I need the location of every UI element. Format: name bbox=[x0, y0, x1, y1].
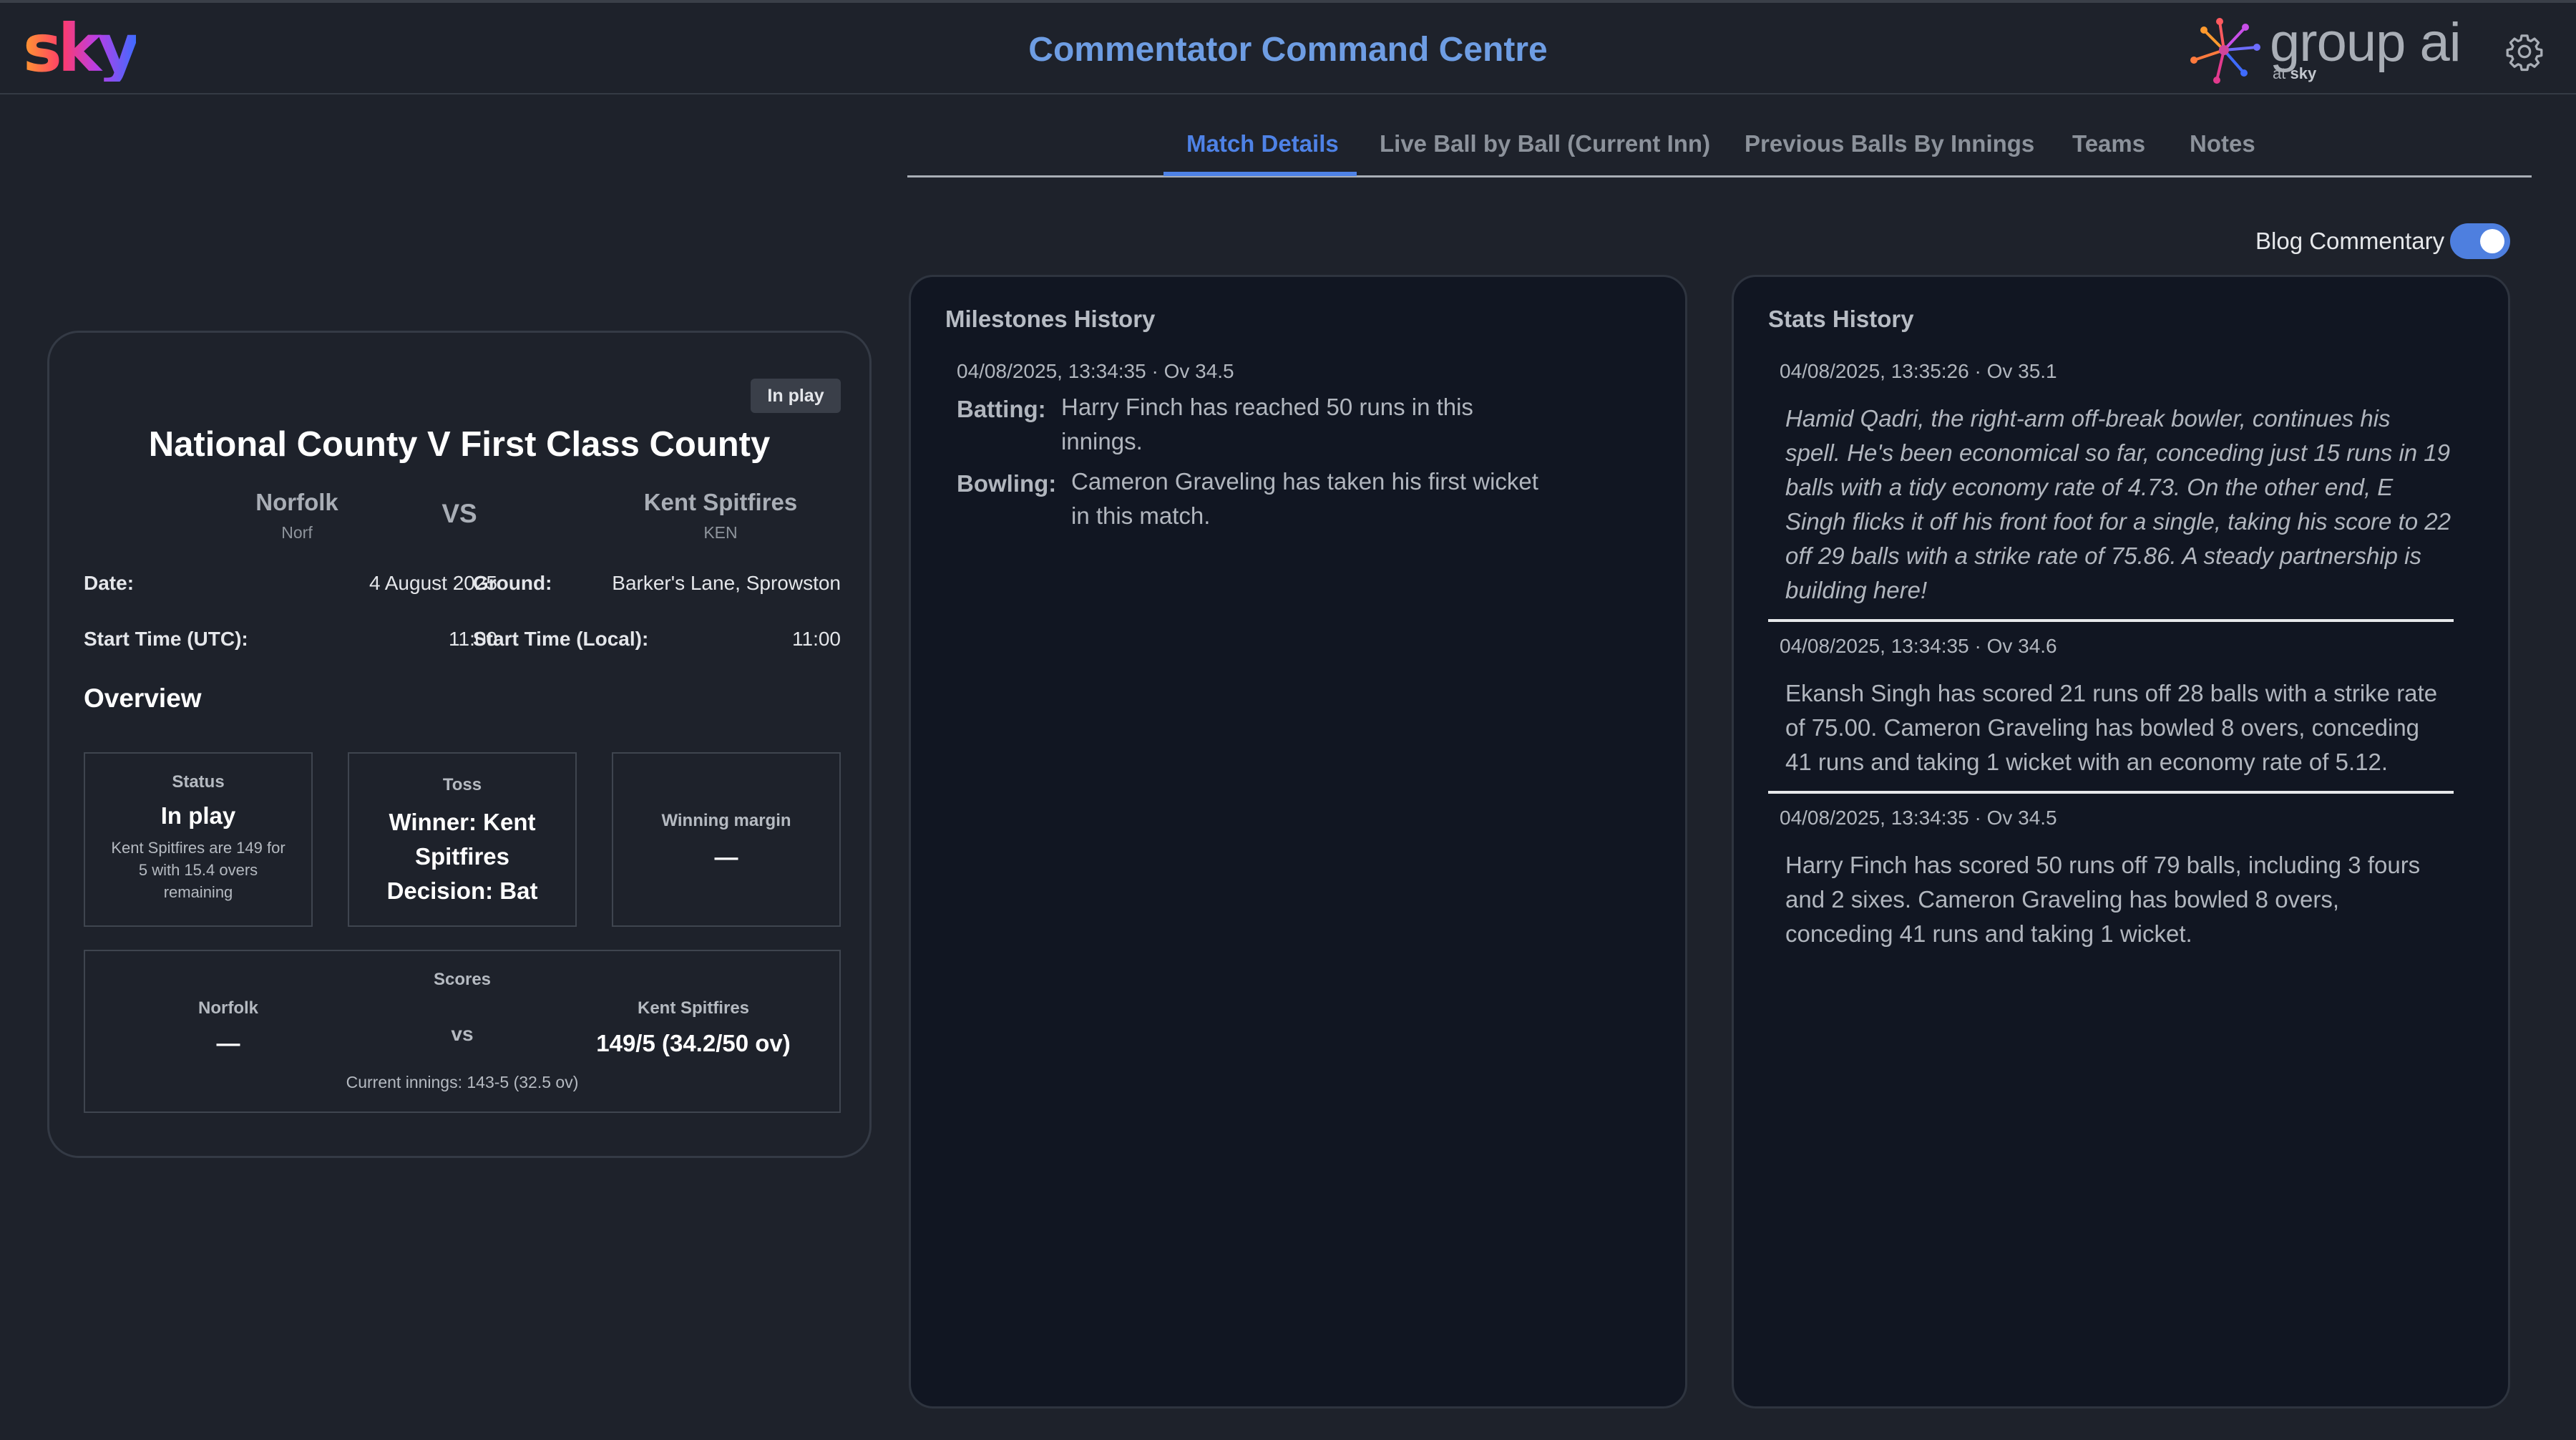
winning-margin-value: — bbox=[714, 844, 738, 870]
stats-entry-1-timestamp: 04/08/2025, 13:35:26 · Ov 35.1 bbox=[1780, 360, 2057, 382]
status-box-note-1: Kent Spitfires are 149 for bbox=[111, 839, 286, 857]
milestone-bowling-line-2: in this match. bbox=[1071, 502, 1211, 529]
scores-home-name: Norfolk bbox=[198, 998, 258, 1018]
toss-box: Toss Winner: Kent Spitfires Decision: Ba… bbox=[348, 752, 577, 927]
stats-entry-2-timestamp: 04/08/2025, 13:34:35 · Ov 34.6 bbox=[1780, 635, 2057, 657]
toggle-knob bbox=[2480, 229, 2504, 253]
tab-match-details[interactable]: Match Details bbox=[1186, 130, 1339, 157]
milestones-history-panel: Milestones History 04/08/2025, 13:34:35 … bbox=[909, 275, 1687, 1409]
stats-history-panel: Stats History 04/08/2025, 13:35:26 · Ov … bbox=[1732, 275, 2510, 1409]
group-ai-starburst-icon bbox=[2190, 18, 2260, 84]
active-tab-indicator bbox=[1163, 172, 1357, 176]
scores-away-name: Kent Spitfires bbox=[637, 998, 750, 1018]
status-box-note-2: 5 with 15.4 overs bbox=[138, 861, 258, 879]
start-utc-label: Start Time (UTC): bbox=[84, 628, 248, 650]
scores-label: Scores bbox=[433, 970, 492, 989]
group-ai-sub-brand: sky bbox=[2290, 64, 2317, 82]
blog-commentary-toggle[interactable] bbox=[2450, 223, 2510, 259]
away-team: Kent Spitfires KEN bbox=[592, 489, 849, 543]
status-box-value: In play bbox=[160, 802, 236, 829]
milestone-bowling-label: Bowling: bbox=[957, 470, 1057, 497]
overview-heading: Overview bbox=[84, 683, 202, 713]
status-badge: In play bbox=[751, 379, 841, 413]
stats-entry-3-text: Harry Finch has scored 50 runs off 79 ba… bbox=[1785, 852, 2421, 947]
stats-entry-1-text: Hamid Qadri, the right-arm off-break bow… bbox=[1785, 405, 2451, 603]
status-box-note-3: remaining bbox=[163, 883, 233, 901]
status-box: Status In play Kent Spitfires are 149 fo… bbox=[84, 752, 313, 927]
blog-commentary-label: Blog Commentary bbox=[2255, 228, 2445, 254]
start-local-value: 11:00 bbox=[792, 628, 841, 650]
stats-history-title: Stats History bbox=[1768, 306, 1914, 332]
away-team-abbr: KEN bbox=[703, 523, 738, 542]
scores-box: Scores Norfolk — vs Kent Spitfires 149/5… bbox=[84, 950, 841, 1113]
stats-divider bbox=[1768, 791, 2454, 794]
date-label: Date: bbox=[84, 572, 135, 594]
milestone-batting-text: Harry Finch has reached 50 runs in this … bbox=[1061, 390, 1533, 459]
toss-box-label: Toss bbox=[442, 775, 482, 794]
current-innings: Current innings: 143-5 (32.5 ov) bbox=[346, 1073, 579, 1091]
milestone-batting-label: Batting: bbox=[957, 396, 1046, 422]
milestones-history-title: Milestones History bbox=[945, 306, 1156, 332]
stats-entry-2-text: Ekansh Singh has scored 21 runs off 28 b… bbox=[1785, 680, 2438, 775]
tab-live-ball-by-ball[interactable]: Live Ball by Ball (Current Inn) bbox=[1380, 130, 1710, 157]
winning-margin-box: Winning margin — bbox=[612, 752, 841, 927]
group-ai-logo: group ai at sky bbox=[2188, 13, 2482, 87]
app-header: sky Commentator Command Centre group ai … bbox=[0, 0, 2576, 94]
scores-away-score: 149/5 (34.2/50 ov) bbox=[596, 1030, 791, 1056]
milestone-batting-line-2: innings. bbox=[1061, 428, 1143, 454]
tab-previous-balls[interactable]: Previous Balls By Innings bbox=[1745, 130, 2034, 157]
status-box-label: Status bbox=[172, 772, 225, 792]
main-tabs: Match Details Live Ball by Ball (Current… bbox=[907, 117, 2532, 177]
tab-teams[interactable]: Teams bbox=[2072, 130, 2145, 157]
toss-box-line-2: Spitfires bbox=[414, 843, 510, 870]
gear-icon[interactable] bbox=[2504, 31, 2545, 72]
group-ai-sub-prefix: at bbox=[2273, 64, 2286, 82]
milestone-timestamp: 04/08/2025, 13:34:35 · Ov 34.5 bbox=[957, 360, 1234, 382]
match-title: National County V First Class County bbox=[148, 425, 771, 464]
start-local-label: Start Time (Local): bbox=[473, 628, 649, 650]
tab-notes[interactable]: Notes bbox=[2190, 130, 2255, 157]
stats-entry-3-timestamp: 04/08/2025, 13:34:35 · Ov 34.5 bbox=[1780, 807, 2057, 829]
ground-label: Ground: bbox=[473, 572, 552, 594]
ground-value: Barker's Lane, Sprowston bbox=[612, 572, 841, 594]
milestone-batting-line-1: Harry Finch has reached 50 runs in this bbox=[1061, 394, 1473, 420]
toss-box-line-3: Decision: Bat bbox=[386, 877, 538, 904]
group-ai-subtext: at sky bbox=[2273, 64, 2316, 83]
winning-margin-label: Winning margin bbox=[661, 811, 791, 830]
stats-divider bbox=[1768, 619, 2454, 622]
milestone-bowling-text: Cameron Graveling has taken his first wi… bbox=[1071, 464, 1572, 533]
date-value: 4 August 2025 bbox=[369, 572, 497, 594]
match-details-card: In play National County V First Class Co… bbox=[47, 331, 872, 1158]
away-team-name: Kent Spitfires bbox=[643, 489, 798, 515]
toss-box-line-1: Winner: Kent bbox=[389, 809, 536, 835]
milestone-bowling-line-1: Cameron Graveling has taken his first wi… bbox=[1071, 468, 1538, 495]
